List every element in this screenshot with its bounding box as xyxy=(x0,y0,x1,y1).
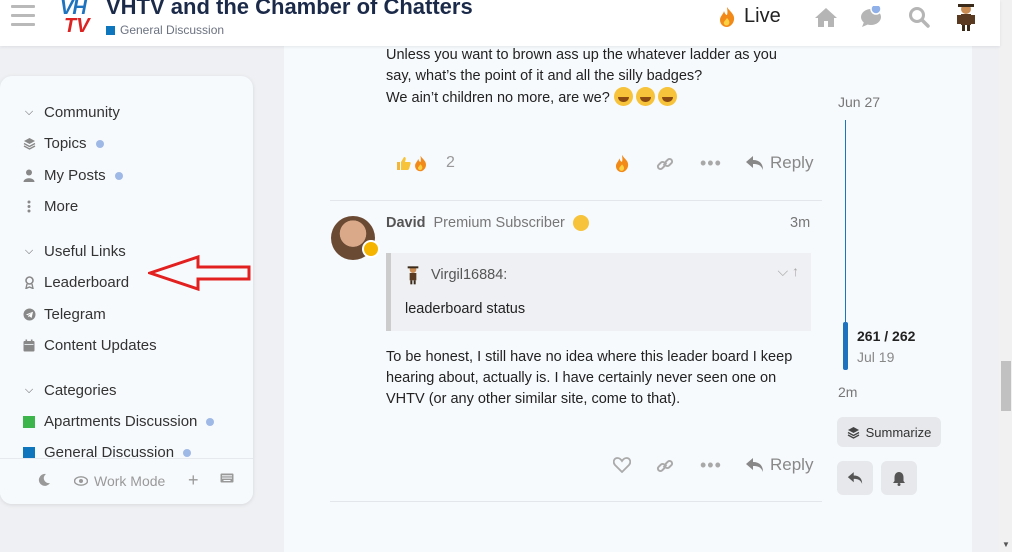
heart-icon[interactable] xyxy=(613,457,631,473)
reply-button[interactable]: Reply xyxy=(745,455,813,475)
site-logo[interactable]: VH TV xyxy=(60,0,98,38)
telegram-icon xyxy=(22,308,36,321)
laughing-emoji xyxy=(613,87,633,106)
timeline-end-label[interactable]: 2m xyxy=(838,384,857,400)
post-body: To be honest, I still have no idea where… xyxy=(386,349,793,407)
topic-title[interactable]: VHTV and the Chamber of Chatters xyxy=(106,0,473,20)
plus-icon[interactable]: + xyxy=(188,470,199,491)
summarize-button[interactable]: Summarize xyxy=(837,417,941,447)
sidebar-item-content-updates[interactable]: Content Updates xyxy=(22,337,157,354)
layers-icon xyxy=(22,137,36,150)
unread-dot xyxy=(95,139,104,148)
notifications-button[interactable] xyxy=(881,461,917,495)
badge-icon xyxy=(362,240,380,258)
more-actions-icon[interactable]: ••• xyxy=(700,455,722,476)
site-header: VH TV VHTV and the Chamber of Chatters G… xyxy=(0,0,1000,46)
home-icon[interactable] xyxy=(814,6,838,28)
timeline-start-date[interactable]: Jun 27 xyxy=(838,94,880,110)
fire-reaction-button[interactable] xyxy=(614,154,630,173)
quote-controls[interactable]: ⌵ ↑ xyxy=(777,263,799,280)
category-color-square xyxy=(106,25,115,35)
link-icon[interactable] xyxy=(656,155,674,173)
scroll-down-arrow[interactable]: ▼ xyxy=(1001,540,1011,550)
sidebar-item-apartments-discussion[interactable]: Apartments Discussion xyxy=(22,413,215,430)
chevron-down-icon[interactable]: ⌵ xyxy=(777,263,788,279)
reply-button[interactable]: Reply xyxy=(745,153,813,173)
quote-avatar xyxy=(407,266,419,285)
category-color-square xyxy=(23,415,35,428)
user-avatar[interactable] xyxy=(954,2,978,32)
sidebar-footer: Work Mode + xyxy=(0,458,253,504)
keyboard-icon[interactable] xyxy=(220,473,234,483)
quote-text: leaderboard status xyxy=(405,301,526,317)
quote-username: Virgil16884: xyxy=(431,267,508,283)
link-icon[interactable] xyxy=(656,457,674,475)
timeline-handle[interactable] xyxy=(843,322,848,370)
chevron-down-icon: ⌵ xyxy=(24,106,34,118)
chevron-down-icon: ⌵ xyxy=(24,245,34,257)
moon-icon[interactable] xyxy=(37,473,51,487)
reply-topic-button[interactable] xyxy=(837,461,873,495)
reply-icon xyxy=(847,472,863,484)
timeline-position: 261 / 262 xyxy=(857,328,916,344)
post-time[interactable]: 3m xyxy=(790,215,810,231)
unread-dot xyxy=(183,448,192,457)
author-name[interactable]: David xyxy=(386,215,426,231)
more-actions-icon[interactable]: ••• xyxy=(700,153,722,174)
timeline-position-date: Jul 19 xyxy=(857,349,895,365)
fire-icon xyxy=(720,6,735,27)
search-icon[interactable] xyxy=(908,6,932,28)
live-button[interactable]: Live xyxy=(718,5,781,28)
section-header-categories[interactable]: ⌵ Categories xyxy=(22,382,117,399)
author-flair: Premium Subscriber xyxy=(433,215,565,231)
post-body: Unless you want to brown ass up the what… xyxy=(386,47,777,106)
post-author-line: David Premium Subscriber xyxy=(386,215,589,231)
quote-block: Virgil16884: ⌵ ↑ leaderboard status xyxy=(386,253,811,331)
chevron-down-icon: ⌵ xyxy=(24,384,34,396)
sidebar-item-more[interactable]: More xyxy=(22,198,78,215)
category-label: General Discussion xyxy=(120,23,225,37)
category-color-square xyxy=(23,446,35,459)
chat-icon[interactable] xyxy=(860,3,884,28)
bell-icon xyxy=(893,471,905,486)
sidebar-item-topics[interactable]: Topics xyxy=(22,135,104,152)
calendar-icon xyxy=(22,339,36,352)
reaction-count: 2 xyxy=(446,154,455,171)
work-mode-toggle[interactable]: Work Mode xyxy=(74,473,165,489)
page-scrollbar[interactable] xyxy=(999,0,1012,552)
ellipsis-vertical-icon xyxy=(22,200,36,213)
layers-icon xyxy=(847,426,859,439)
hamburger-icon[interactable] xyxy=(11,5,35,27)
arrow-up-icon[interactable]: ↑ xyxy=(792,263,799,279)
category-breadcrumb[interactable]: General Discussion xyxy=(106,23,224,37)
section-header-useful-links[interactable]: ⌵ Useful Links xyxy=(22,243,126,260)
laughing-emoji xyxy=(657,87,677,106)
eye-icon xyxy=(74,476,88,486)
laughing-emoji xyxy=(635,87,655,106)
scrollbar-thumb[interactable] xyxy=(1001,361,1011,411)
award-icon xyxy=(22,276,36,289)
section-header-community[interactable]: ⌵ Community xyxy=(22,104,120,121)
hugging-emoji xyxy=(572,215,589,231)
fire-icon xyxy=(615,154,629,173)
unread-dot xyxy=(114,171,123,180)
reply-icon xyxy=(746,156,763,170)
live-label: Live xyxy=(744,5,781,27)
quote-header[interactable]: Virgil16884: xyxy=(405,265,507,285)
post-divider xyxy=(330,200,822,201)
reactions-summary[interactable]: 2 xyxy=(396,154,455,172)
red-arrow-annotation xyxy=(148,254,251,292)
fire-icon xyxy=(413,155,428,172)
thumbs-up-icon xyxy=(396,156,411,171)
post-divider xyxy=(330,501,822,502)
sidebar-item-my-posts[interactable]: My Posts xyxy=(22,167,123,184)
sidebar-item-telegram[interactable]: Telegram xyxy=(22,306,106,323)
user-icon xyxy=(22,169,36,182)
unread-dot xyxy=(206,417,215,426)
sidebar-item-leaderboard[interactable]: Leaderboard xyxy=(22,274,129,291)
reply-icon xyxy=(746,458,763,472)
